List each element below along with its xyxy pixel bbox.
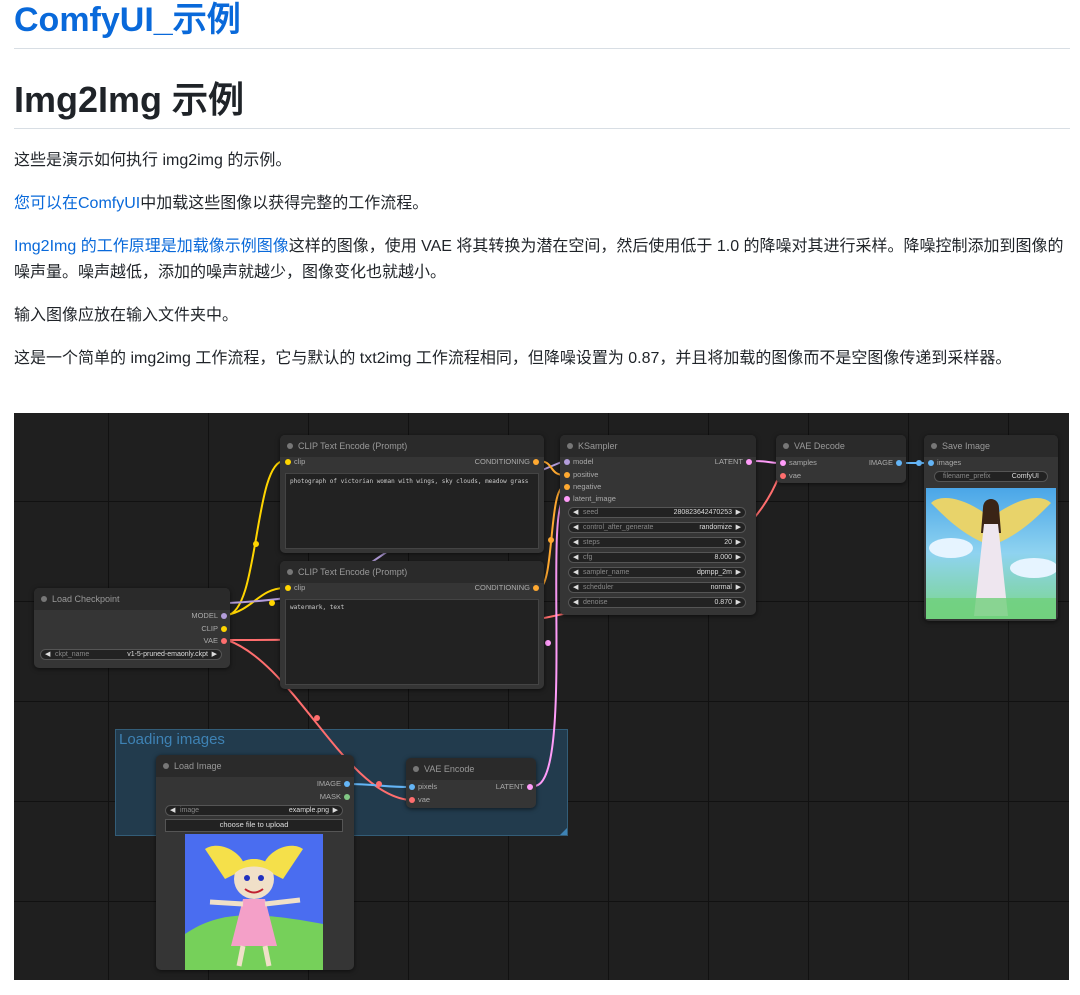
page-heading: Img2Img 示例 — [14, 79, 245, 120]
prompt-textarea[interactable]: photograph of victorian woman with wings… — [285, 473, 539, 549]
input-latent-slot[interactable]: latent_image — [564, 494, 616, 504]
input-model-slot[interactable]: model — [564, 457, 593, 467]
output-mask-slot[interactable]: MASK — [320, 792, 350, 802]
output-clip-slot[interactable]: CLIP — [201, 624, 227, 634]
input-vae-slot[interactable]: vae — [409, 795, 430, 805]
workflow-description-paragraph: 这是一个简单的 img2img 工作流程，它与默认的 txt2img 工作流程相… — [14, 350, 1012, 367]
node-collapse-dot[interactable] — [783, 443, 789, 449]
output-latent-slot[interactable]: LATENT — [496, 782, 533, 792]
filename-prefix-widget[interactable]: filename_prefix ComfyUI — [934, 471, 1048, 482]
output-model-slot[interactable]: MODEL — [191, 611, 227, 621]
input-samples-slot[interactable]: samples — [780, 458, 817, 468]
node-title[interactable]: Load Checkpoint — [34, 588, 230, 610]
node-collapse-dot[interactable] — [163, 763, 169, 769]
ckpt-name-combo[interactable]: ◀ ckpt_name v1-5-pruned-emaonly.ckpt ▶ — [40, 649, 222, 660]
title-divider — [14, 48, 1070, 49]
negative-prompt-textarea[interactable]: watermark, text — [285, 599, 539, 685]
intro-paragraph: 这些是演示如何执行 img2img 的示例。 — [14, 152, 292, 169]
ksampler-node[interactable]: KSampler model positive negative latent_… — [560, 435, 756, 615]
node-title[interactable]: Save Image — [924, 435, 1058, 457]
node-title[interactable]: Load Image — [156, 755, 354, 777]
input-negative-slot[interactable]: negative — [564, 482, 601, 492]
choose-file-upload-button[interactable]: choose file to upload — [165, 819, 343, 832]
comfyui-link[interactable]: 您可以在ComfyUI — [14, 195, 140, 212]
how-it-works-paragraph: Img2Img 的工作原理是加载像示例图像这样的图像，使用 VAE 将其转换为潜… — [14, 234, 1064, 286]
node-collapse-dot[interactable] — [567, 443, 573, 449]
node-title[interactable]: VAE Encode — [406, 758, 536, 780]
example-image-link[interactable]: Img2Img 的工作原理是加载像示例图像 — [14, 238, 289, 255]
site-title-link[interactable]: ComfyUI_示例 — [14, 0, 241, 40]
sampler-name-widget[interactable]: ◀ sampler_name dpmpp_2m ▶ — [568, 567, 746, 578]
control-after-generate-widget[interactable]: ◀ control_after_generate randomize ▶ — [568, 522, 746, 533]
vae-encode-node[interactable]: VAE Encode pixels vae LATENT — [406, 758, 536, 808]
node-collapse-dot[interactable] — [287, 569, 293, 575]
load-checkpoint-node[interactable]: Load Checkpoint MODEL CLIP VAE ◀ ckpt_nam… — [34, 588, 230, 668]
clip-text-encode-positive-node[interactable]: CLIP Text Encode (Prompt) clip CONDITION… — [280, 435, 544, 553]
example-input-image — [185, 834, 323, 970]
cfg-widget[interactable]: ◀ cfg 8.000 ▶ — [568, 552, 746, 563]
output-conditioning-slot[interactable]: CONDITIONING — [475, 583, 539, 593]
denoise-widget[interactable]: ◀ denoise 0.870 ▶ — [568, 597, 746, 608]
node-title[interactable]: CLIP Text Encode (Prompt) — [280, 561, 544, 583]
steps-widget[interactable]: ◀ steps 20 ▶ — [568, 537, 746, 548]
save-image-node[interactable]: Save Image images filename_prefix ComfyUI — [924, 435, 1058, 621]
output-vae-slot[interactable]: VAE — [204, 636, 227, 646]
input-clip-slot[interactable]: clip — [285, 457, 305, 467]
comfyui-workflow-canvas[interactable]: Loading images CLIP Text Encode (Prompt)… — [14, 413, 1069, 980]
output-image-slot[interactable]: IMAGE — [317, 779, 350, 789]
image-combo[interactable]: ◀ image example.png ▶ — [165, 805, 343, 816]
node-collapse-dot[interactable] — [413, 766, 419, 772]
load-workflow-text: 中加载这些图像以获得完整的工作流程。 — [140, 195, 429, 212]
input-folder-paragraph: 输入图像应放在输入文件夹中。 — [14, 307, 239, 324]
load-image-node[interactable]: Load Image IMAGE MASK ◀ image example.png ▶… — [156, 755, 354, 970]
vae-decode-node[interactable]: VAE Decode samples vae IMAGE — [776, 435, 906, 483]
input-images-slot[interactable]: images — [928, 458, 961, 468]
clip-text-encode-negative-node[interactable]: CLIP Text Encode (Prompt) clip CONDITION… — [280, 561, 544, 689]
node-collapse-dot[interactable] — [931, 443, 937, 449]
wire-clip-positive — [226, 460, 285, 616]
output-conditioning-slot[interactable]: CONDITIONING — [475, 457, 539, 467]
heading-divider — [14, 128, 1070, 129]
generated-angel-image — [926, 488, 1056, 619]
node-title[interactable]: KSampler — [560, 435, 756, 457]
output-latent-slot[interactable]: LATENT — [715, 457, 752, 467]
input-clip-slot[interactable]: clip — [285, 583, 305, 593]
input-positive-slot[interactable]: positive — [564, 470, 598, 480]
seed-widget[interactable]: ◀ seed 280823642470253 ▶ — [568, 507, 746, 518]
node-collapse-dot[interactable] — [41, 596, 47, 602]
scheduler-widget[interactable]: ◀ scheduler normal ▶ — [568, 582, 746, 593]
input-pixels-slot[interactable]: pixels — [409, 782, 437, 792]
node-title[interactable]: VAE Decode — [776, 435, 906, 457]
output-image-slot[interactable]: IMAGE — [869, 458, 902, 468]
load-workflow-paragraph: 您可以在ComfyUI中加载这些图像以获得完整的工作流程。 — [14, 191, 1064, 217]
node-title[interactable]: CLIP Text Encode (Prompt) — [280, 435, 544, 457]
input-vae-slot[interactable]: vae — [780, 471, 801, 481]
node-collapse-dot[interactable] — [287, 443, 293, 449]
